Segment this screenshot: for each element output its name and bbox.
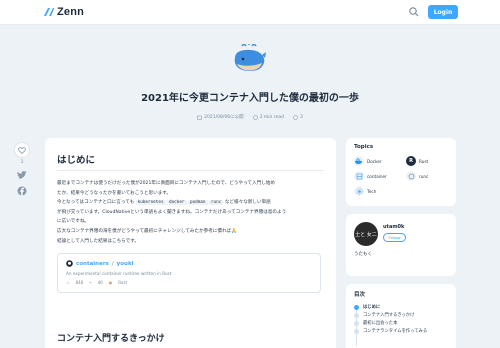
author-name[interactable]: utam0k: [383, 224, 406, 230]
toc-dot-icon: [354, 328, 359, 334]
topic-label: runc: [419, 173, 429, 179]
toc-item-runtime[interactable]: コンテナランタイムを作ってみる: [354, 327, 448, 335]
repo-separator: /: [111, 260, 114, 267]
paragraph-line: が飛び交っています。CloudNativeという単語もよく聞きますね。コンテナだ…: [57, 209, 287, 215]
github-icon: [66, 260, 73, 267]
repo-stats: ☆ 848 ⑂ 46 ● Rust: [66, 280, 312, 285]
section-heading-motivation: コンテナ入門するきっかけ: [57, 334, 165, 344]
repo-stars: 848: [75, 280, 84, 286]
toc-item-motivation[interactable]: コンテナ入門するきっかけ: [354, 311, 448, 319]
container-icon: [354, 171, 364, 181]
clock-icon: [252, 114, 258, 120]
inline-code: runc: [209, 200, 224, 206]
toc-label: コンテナ入門するきっかけ: [363, 313, 415, 318]
inline-code: kubernetes: [135, 200, 166, 206]
heart-icon: [18, 146, 26, 154]
section-heading-intro: はじめに: [57, 152, 324, 171]
whale-emoji-icon: [234, 44, 266, 71]
topic-rust[interactable]: R Rust: [406, 156, 454, 166]
repo-forks: 46: [97, 280, 103, 286]
topic-runc[interactable]: runc: [406, 171, 454, 181]
topic-docker[interactable]: Docker: [354, 156, 402, 166]
topic-tech[interactable]: Tech: [354, 186, 402, 196]
publish-date: 2021/08/06に公開: [197, 114, 244, 120]
author-bio: うたもく: [354, 252, 372, 257]
read-time-text: 3 min read: [259, 114, 284, 120]
star-icon: ☆: [66, 280, 70, 286]
toc-dot-icon: [354, 304, 359, 310]
share-column: 1: [14, 142, 30, 196]
toc-label: はじめに: [363, 305, 381, 310]
calendar-icon: [197, 115, 202, 120]
topic-label: Tech: [367, 188, 377, 194]
author-panel: 士と 女二 utam0k Follow うたもく: [346, 214, 456, 276]
topics-heading: Topics: [354, 144, 374, 150]
facebook-icon[interactable]: [17, 186, 27, 196]
paragraph-line: 今となってはコンテナと口に言っても kubernetes docker podm…: [57, 198, 324, 208]
toc-dot-icon: [354, 312, 359, 318]
paragraph-line: 結論として入門した結果はこちらです。: [57, 238, 139, 244]
logo-text: Zenn: [57, 6, 85, 18]
inline-code: podman: [188, 200, 208, 206]
toc-heading: 目次: [354, 292, 366, 298]
article-meta: 2021/08/06に公開 3 min read 3: [0, 114, 500, 120]
toc-dot-icon: [354, 320, 359, 326]
like-button[interactable]: [14, 142, 30, 158]
toc-panel: 目次 はじめに コンテナ入門するきっかけ 最初に出会った本 コンテナランタイムを…: [346, 284, 456, 348]
topic-label: Rust: [419, 158, 429, 164]
toc-label: 最初に出会った本: [363, 321, 398, 326]
tech-icon: [354, 186, 364, 196]
topic-label: Docker: [367, 158, 382, 164]
runc-icon: [406, 171, 416, 181]
repo-language: Rust: [118, 280, 128, 286]
publish-date-text: 2021/08/06に公開: [204, 115, 244, 120]
topic-list: Docker R Rust container runc Tech: [354, 156, 448, 196]
paragraph-line: に広いですね。: [57, 219, 90, 225]
article-body: はじめに 最近までコンテナは使うだけだった僕が2021年に真面目にコンテナ入門し…: [45, 138, 336, 348]
paragraph-text: など様々な新しい単語: [224, 200, 271, 206]
github-repo-card[interactable]: containers / youki An experimental conta…: [57, 253, 321, 294]
fork-icon: ⑂: [89, 280, 92, 286]
paragraph-line: 最近までコンテナは使うだけだった僕が2021年に真面目にコンテナ入門したので、ど…: [57, 181, 276, 186]
zenn-logo-icon: [44, 8, 54, 16]
top-header: Zenn Login: [0, 0, 500, 25]
comment-icon: [293, 114, 298, 120]
inline-code: docker: [167, 200, 187, 206]
zenn-logo[interactable]: Zenn: [44, 6, 84, 18]
read-time: 3 min read: [252, 114, 284, 120]
follow-label: Follow: [388, 235, 401, 240]
toc-label: コンテナランタイムを作ってみる: [363, 329, 428, 334]
repo-owner: containers: [76, 260, 109, 267]
topics-panel: Topics Docker R Rust container runc Tech: [346, 138, 456, 206]
repo-card-title: containers / youki: [66, 260, 312, 267]
paragraph-line: 広大なコンテナ界隈の海を僕がどうやって最初にチャレンジしてみたか参考に慣れば🙏: [57, 228, 237, 234]
comment-count[interactable]: 3: [293, 115, 303, 120]
login-button[interactable]: Login: [428, 5, 458, 19]
paragraph-line: たか、結果今どうなったかを書いておこうと思います。: [57, 190, 172, 196]
topic-container[interactable]: container: [354, 171, 402, 181]
author-row: 士と 女二 utam0k Follow: [354, 222, 448, 246]
follow-button[interactable]: Follow: [383, 233, 406, 242]
toc-item-intro[interactable]: はじめに: [354, 303, 448, 311]
comment-count-text: 3: [299, 114, 303, 120]
docker-icon: [354, 156, 364, 166]
rust-icon: R: [406, 156, 416, 166]
repo-name: youki: [116, 260, 134, 267]
toc-item-first-book[interactable]: 最初に出会った本: [354, 319, 448, 327]
like-count: 1: [20, 160, 24, 165]
author-info: utam0k Follow: [383, 222, 406, 242]
twitter-icon[interactable]: [17, 171, 27, 180]
language-dot-icon: ●: [108, 280, 113, 286]
paragraph-text: 今となってはコンテナと口に言っても: [57, 200, 135, 206]
toc-list: はじめに コンテナ入門するきっかけ 最初に出会った本 コンテナランタイムを作って…: [354, 303, 448, 346]
repo-description: An experimental container runtime writte…: [66, 271, 172, 277]
topic-label: container: [367, 173, 387, 179]
article-title: 2021年に今更コンテナ入門した僕の最初の一歩: [141, 93, 359, 104]
avatar[interactable]: 士と 女二: [354, 222, 378, 246]
search-icon[interactable]: [408, 6, 420, 18]
